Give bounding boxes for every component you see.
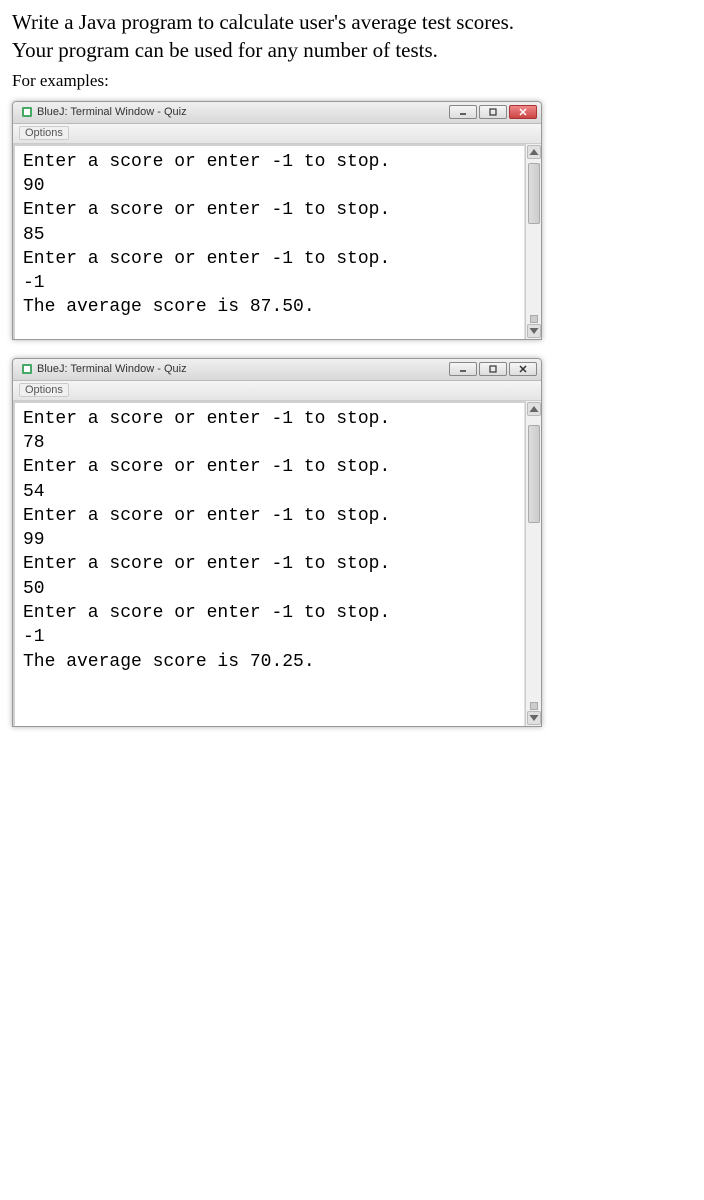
- window-title-label: BlueJ: Terminal Window - Quiz: [37, 363, 187, 375]
- maximize-icon: [489, 365, 497, 373]
- terminal-window-1: BlueJ: Terminal Window - Quiz Options En…: [12, 101, 542, 340]
- close-icon: [519, 365, 527, 373]
- chevron-down-icon: [528, 712, 540, 724]
- scroll-up-arrow[interactable]: [527, 402, 541, 416]
- vertical-scrollbar[interactable]: [525, 401, 541, 726]
- close-icon: [519, 108, 527, 116]
- options-menu[interactable]: Options: [19, 383, 69, 397]
- maximize-button[interactable]: [479, 105, 507, 119]
- menu-bar: Options: [13, 124, 541, 144]
- window-title-text: BlueJ: Terminal Window - Quiz: [21, 363, 187, 375]
- window-title-label: BlueJ: Terminal Window - Quiz: [37, 106, 187, 118]
- scroll-grip[interactable]: [530, 315, 538, 323]
- scroll-track[interactable]: [527, 159, 541, 314]
- menu-bar: Options: [13, 381, 541, 401]
- terminal-output[interactable]: Enter a score or enter -1 to stop. 90 En…: [13, 144, 525, 339]
- instruction-line1: Write a Java program to calculate user's…: [12, 10, 514, 34]
- window-controls: [449, 105, 537, 119]
- bluej-icon: [21, 363, 33, 375]
- minimize-button[interactable]: [449, 362, 477, 376]
- window-controls: [449, 362, 537, 376]
- chevron-down-icon: [528, 325, 540, 337]
- scroll-down-arrow[interactable]: [527, 324, 541, 338]
- scroll-grip[interactable]: [530, 702, 538, 710]
- terminal-body: Enter a score or enter -1 to stop. 78 En…: [13, 401, 541, 726]
- chevron-up-icon: [528, 403, 540, 415]
- scroll-thumb[interactable]: [528, 425, 540, 523]
- terminal-output[interactable]: Enter a score or enter -1 to stop. 78 En…: [13, 401, 525, 726]
- scroll-up-arrow[interactable]: [527, 145, 541, 159]
- chevron-up-icon: [528, 146, 540, 158]
- instruction-text: Write a Java program to calculate user's…: [12, 8, 692, 65]
- maximize-button[interactable]: [479, 362, 507, 376]
- maximize-icon: [489, 108, 497, 116]
- terminal-body: Enter a score or enter -1 to stop. 90 En…: [13, 144, 541, 339]
- minimize-icon: [459, 108, 467, 116]
- options-menu[interactable]: Options: [19, 126, 69, 140]
- minimize-button[interactable]: [449, 105, 477, 119]
- minimize-icon: [459, 365, 467, 373]
- scroll-thumb[interactable]: [528, 163, 540, 223]
- vertical-scrollbar[interactable]: [525, 144, 541, 339]
- titlebar[interactable]: BlueJ: Terminal Window - Quiz: [13, 102, 541, 124]
- close-button[interactable]: [509, 105, 537, 119]
- scroll-down-arrow[interactable]: [527, 711, 541, 725]
- window-title-text: BlueJ: Terminal Window - Quiz: [21, 106, 187, 118]
- close-button[interactable]: [509, 362, 537, 376]
- scroll-track[interactable]: [527, 416, 541, 701]
- example-label: For examples:: [12, 71, 692, 91]
- bluej-icon: [21, 106, 33, 118]
- terminal-window-2: BlueJ: Terminal Window - Quiz Options En…: [12, 358, 542, 727]
- instruction-line2: Your program can be used for any number …: [12, 38, 438, 62]
- titlebar[interactable]: BlueJ: Terminal Window - Quiz: [13, 359, 541, 381]
